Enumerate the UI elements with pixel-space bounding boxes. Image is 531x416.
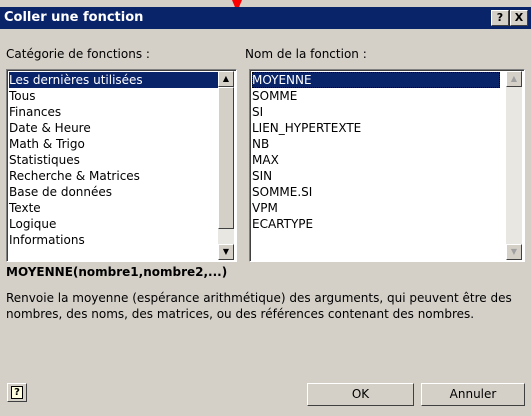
question-icon: ? — [496, 11, 504, 24]
function-item[interactable]: MOYENNE — [252, 72, 500, 88]
help-icon: ? — [11, 386, 23, 399]
function-item[interactable]: SOMME — [252, 88, 297, 104]
function-item[interactable]: LIEN_HYPERTEXTE — [252, 120, 361, 136]
category-item[interactable]: Base de données — [9, 184, 112, 200]
category-item[interactable]: Tous — [9, 88, 36, 104]
function-syntax: MOYENNE(nombre1,nombre2,...) — [6, 265, 228, 279]
category-label: Catégorie de fonctions : — [6, 47, 150, 61]
function-item[interactable]: ECARTYPE — [252, 216, 313, 232]
close-button[interactable]: X — [510, 10, 528, 26]
function-item[interactable]: SI — [252, 104, 263, 120]
category-item[interactable]: Logique — [9, 216, 56, 232]
scroll-up-icon: ▲ — [506, 71, 522, 87]
function-scrollbar: ▲ ▼ — [506, 71, 522, 260]
function-item[interactable]: NB — [252, 136, 269, 152]
function-name-label: Nom de la fonction : — [245, 47, 367, 61]
category-listbox[interactable]: Les dernières utilisées Tous Finances Da… — [6, 69, 237, 262]
category-item[interactable]: Date & Heure — [9, 120, 91, 136]
help-titlebar-button[interactable]: ? — [491, 10, 509, 26]
scroll-down-icon[interactable]: ▼ — [218, 244, 234, 260]
function-item[interactable]: VPM — [252, 200, 278, 216]
category-item[interactable]: Informations — [9, 232, 85, 248]
function-description: Renvoie la moyenne (espérance arithmétiq… — [6, 291, 512, 321]
scroll-thumb[interactable] — [218, 87, 234, 229]
title-bar: Coller une fonction ? X — [0, 7, 531, 29]
category-item[interactable]: Math & Trigo — [9, 136, 85, 152]
function-item[interactable]: SOMME.SI — [252, 184, 312, 200]
scroll-down-icon: ▼ — [506, 244, 522, 260]
cancel-button[interactable]: Annuler — [421, 383, 525, 406]
function-item[interactable]: SIN — [252, 168, 272, 184]
close-icon: X — [514, 11, 524, 24]
category-item[interactable]: Texte — [9, 200, 41, 216]
category-item[interactable]: Finances — [9, 104, 61, 120]
category-item[interactable]: Recherche & Matrices — [9, 168, 140, 184]
ok-button[interactable]: OK — [307, 383, 414, 406]
help-button[interactable]: ? — [7, 383, 27, 402]
category-item[interactable]: Les dernières utilisées — [9, 72, 218, 88]
category-scrollbar[interactable]: ▲ ▼ — [218, 71, 234, 260]
scroll-up-icon[interactable]: ▲ — [218, 71, 234, 87]
function-listbox[interactable]: MOYENNE SOMME SI LIEN_HYPERTEXTE NB MAX … — [249, 69, 525, 262]
category-item[interactable]: Statistiques — [9, 152, 80, 168]
function-item[interactable]: MAX — [252, 152, 279, 168]
paste-function-dialog: Coller une fonction ? X Catégorie de fon… — [0, 0, 531, 416]
dialog-title: Coller une fonction — [4, 10, 144, 25]
